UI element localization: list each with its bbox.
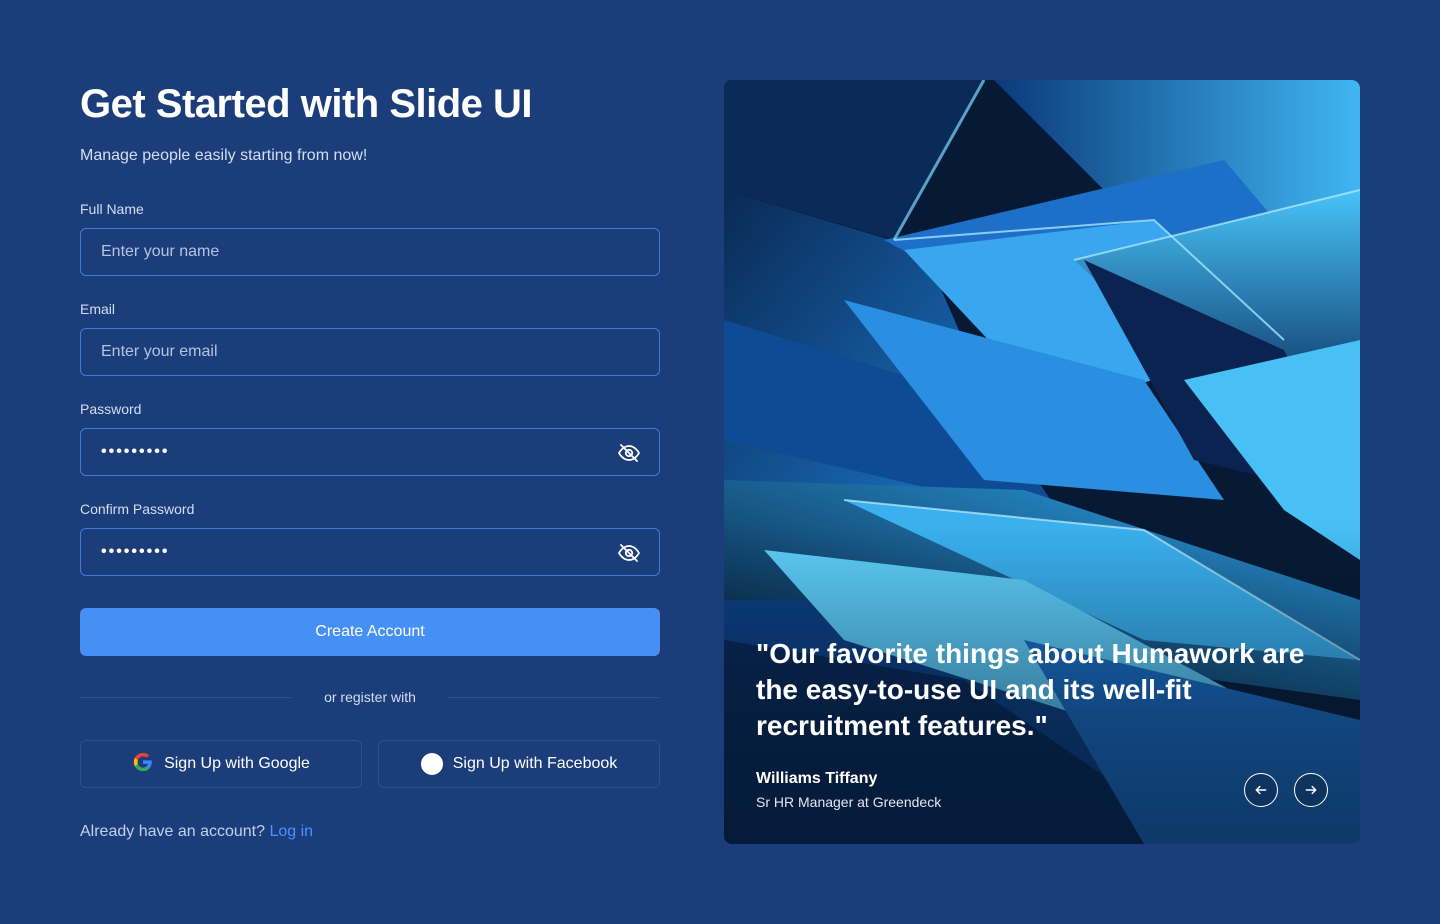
password-value: •••••••••: [101, 443, 170, 460]
testimonial-author: Williams Tiffany: [756, 770, 878, 787]
facebook-signup-button[interactable]: Sign Up with Facebook: [378, 740, 660, 788]
create-account-button[interactable]: Create Account: [80, 608, 660, 656]
full-name-placeholder: Enter your name: [101, 243, 220, 260]
arrow-left-icon: [1255, 785, 1267, 795]
testimonial-card: "Our favorite things about Humawork are …: [724, 80, 1360, 844]
email-placeholder: Enter your email: [101, 343, 218, 360]
eye-off-icon[interactable]: [617, 541, 641, 565]
testimonial-quote: "Our favorite things about Humawork are …: [756, 638, 1305, 741]
password-field[interactable]: •••••••••: [80, 428, 660, 476]
full-name-label: Full Name: [80, 201, 144, 217]
login-prompt-text: Already have an account?: [80, 823, 266, 840]
google-signup-button[interactable]: Sign Up with Google: [80, 740, 362, 788]
google-icon: [132, 751, 154, 778]
eye-off-icon[interactable]: [617, 441, 641, 465]
email-label: Email: [80, 301, 116, 317]
previous-testimonial-button[interactable]: [1244, 773, 1278, 807]
facebook-icon: [420, 753, 443, 775]
arrow-right-icon: [1305, 785, 1317, 795]
testimonial-role: Sr HR Manager at Greendeck: [756, 794, 942, 810]
google-signup-label: Sign Up with Google: [164, 755, 310, 772]
page-title: Get Started with Slide UI: [80, 82, 533, 126]
confirm-password-label: Confirm Password: [80, 501, 195, 517]
next-testimonial-button[interactable]: [1294, 773, 1328, 807]
password-label: Password: [80, 401, 142, 417]
login-prompt: Already have an account? Log in: [80, 823, 313, 841]
confirm-password-value: •••••••••: [101, 543, 170, 560]
login-link[interactable]: Log in: [269, 823, 313, 840]
email-field[interactable]: Enter your email: [80, 328, 660, 376]
facebook-signup-label: Sign Up with Facebook: [452, 755, 618, 772]
full-name-field[interactable]: Enter your name: [80, 228, 660, 276]
page-subtitle: Manage people easily starting from now!: [80, 147, 368, 164]
social-divider: or register with: [80, 688, 660, 708]
confirm-password-field[interactable]: •••••••••: [80, 528, 660, 576]
divider-line-right: [448, 697, 660, 698]
